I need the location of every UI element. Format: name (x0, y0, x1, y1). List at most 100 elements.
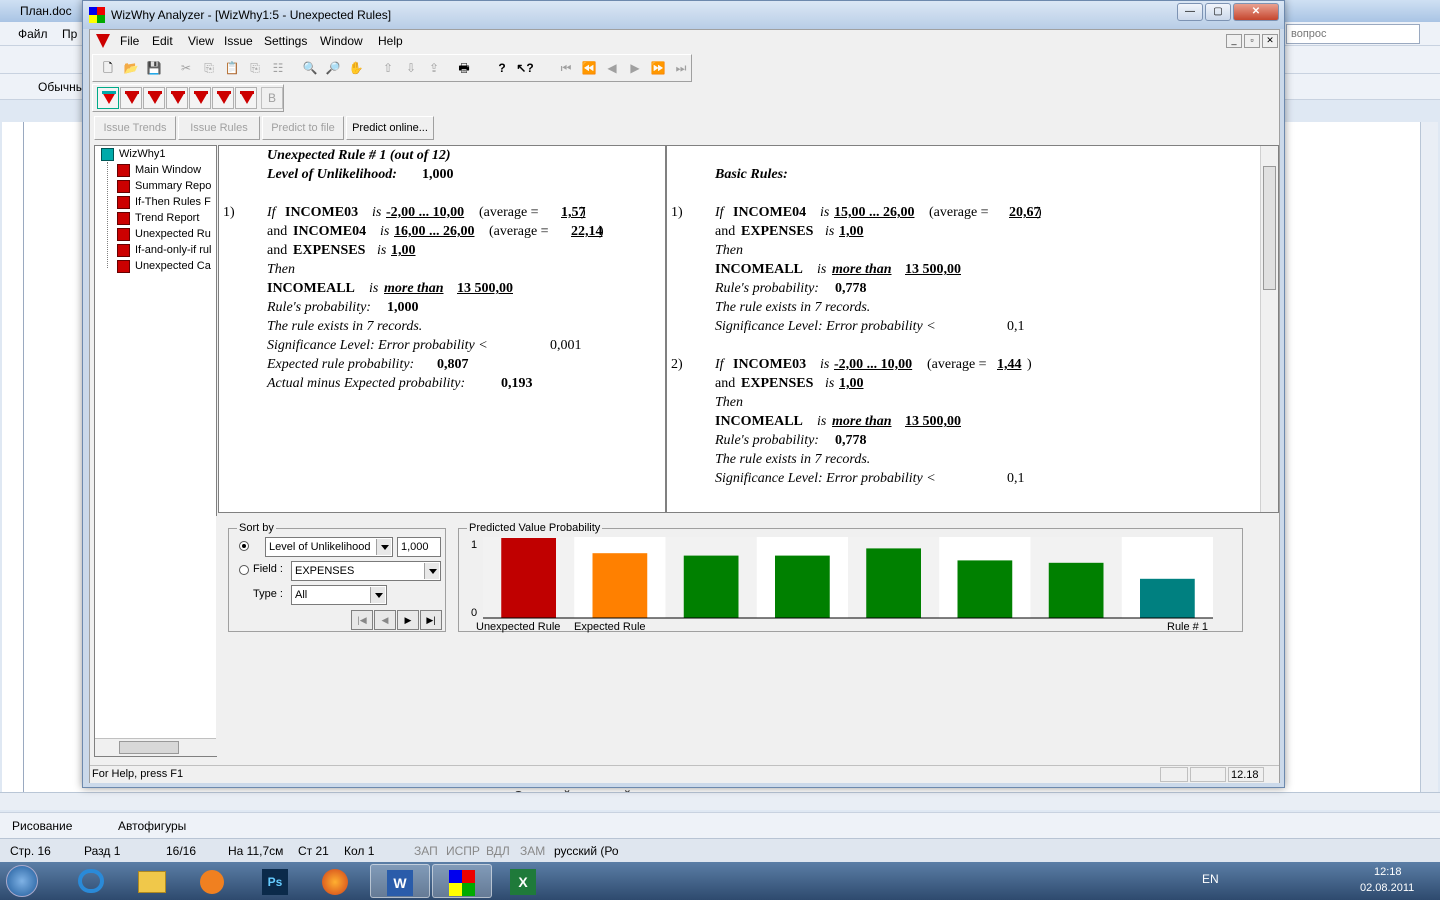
tree-scroll-thumb[interactable] (119, 741, 179, 754)
issue-rules-button[interactable]: Issue Rules (178, 116, 260, 140)
paste-special-icon[interactable]: ⎘ (244, 57, 266, 79)
word-vertical-scrollbar[interactable] (1420, 122, 1438, 792)
taskbar-excel-icon[interactable]: X (494, 864, 554, 898)
open-icon[interactable]: 📂 (120, 57, 142, 79)
cut-icon[interactable]: ✂ (175, 57, 197, 79)
paste-icon[interactable]: 📋 (221, 57, 243, 79)
tree-item-iff[interactable]: If-and-only-if rul (135, 244, 213, 260)
summary-report-icon[interactable] (120, 87, 142, 109)
tree-item-summary[interactable]: Summary Repo (135, 180, 213, 196)
taskbar-lang[interactable]: EN (1202, 872, 1219, 886)
taskbar-time[interactable]: 12:18 (1374, 866, 1402, 878)
menu-window[interactable]: Window (320, 34, 363, 48)
menu-settings[interactable]: Settings (264, 34, 307, 48)
field-combo[interactable]: EXPENSES (291, 561, 441, 581)
predict-online-button[interactable]: Predict online... (346, 116, 434, 140)
tree-item-if-then[interactable]: If-Then Rules F (135, 196, 213, 212)
child-restore-button[interactable]: ▫ (1244, 34, 1260, 48)
word-draw-menu[interactable]: Рисование (12, 819, 72, 833)
conclusion-number: 13 500,00 (457, 281, 513, 296)
find-next-icon[interactable]: 🔎 (322, 57, 344, 79)
taskbar-word-icon[interactable]: W (370, 864, 430, 898)
tree-hscrollbar[interactable] (95, 738, 216, 756)
prev-page-icon[interactable]: ⏪ (578, 57, 600, 79)
menu-issue[interactable]: Issue (224, 34, 253, 48)
taskbar-firefox-icon[interactable] (306, 864, 366, 898)
taskbar-ie-icon[interactable] (62, 864, 122, 898)
sort-radio-level[interactable] (239, 541, 249, 551)
issue-trends-button[interactable]: Issue Trends (94, 116, 176, 140)
rule-heading: Unexpected Rule # 1 (out of 12) (267, 148, 451, 163)
rules-vscrollbar[interactable] (1260, 146, 1278, 512)
find-icon[interactable]: 🔍 (299, 57, 321, 79)
tree-item-unexpected-rules[interactable]: Unexpected Ru (135, 228, 213, 244)
trend-report-icon[interactable] (166, 87, 188, 109)
prev-icon[interactable]: ◀ (601, 57, 623, 79)
if-and-only-if-icon[interactable] (212, 87, 234, 109)
minimize-button[interactable]: — (1177, 3, 1203, 21)
copy-icon[interactable]: ⎘ (198, 57, 220, 79)
last-rule-button[interactable]: ▶| (420, 610, 442, 630)
type-label: Type : (253, 588, 283, 600)
word-menu-edit[interactable]: Пр (62, 27, 77, 41)
context-help-icon[interactable]: ↖? (514, 57, 536, 79)
taskbar-photoshop-icon[interactable]: Ps (246, 864, 306, 898)
maximize-button[interactable]: ▢ (1205, 3, 1231, 21)
main-window-icon[interactable] (97, 87, 119, 109)
level-value: 1,000 (422, 167, 454, 182)
first-rule-button[interactable]: |◀ (351, 610, 373, 630)
start-button[interactable] (6, 865, 38, 897)
unexpected-cases-icon[interactable] (235, 87, 257, 109)
word-horizontal-scrollbar[interactable] (0, 792, 1440, 810)
menu-view[interactable]: View (188, 34, 214, 48)
new-icon[interactable]: 🗋 (97, 57, 119, 79)
hand-icon[interactable]: ✋ (345, 57, 367, 79)
child-close-button[interactable]: ✕ (1262, 34, 1278, 48)
tree-item-unexpected-cases[interactable]: Unexpected Ca (135, 260, 213, 276)
taskbar-wizwhy-icon[interactable] (432, 864, 492, 898)
taskbar-media-icon[interactable] (182, 864, 242, 898)
if-then-tree-icon (117, 196, 130, 209)
word-status-ext: ВДЛ (486, 844, 510, 858)
next-page-icon[interactable]: ⏩ (647, 57, 669, 79)
taskbar-date[interactable]: 02.08.2011 (1360, 882, 1414, 894)
b-icon[interactable]: B (261, 87, 283, 109)
trend-tree-icon (117, 212, 130, 225)
sort-level-value[interactable]: 1,000 (397, 537, 441, 557)
export-icon[interactable]: ⇪ (423, 57, 445, 79)
close-button[interactable]: ✕ (1233, 3, 1279, 21)
report-tree[interactable]: WizWhy1 Main Window Summary Repo If-Then… (94, 145, 217, 757)
list-icon[interactable]: ☷ (267, 57, 289, 79)
tree-root[interactable]: WizWhy1 (119, 148, 165, 160)
basic-rule-2-is: is (820, 357, 830, 372)
next-rule-button[interactable]: ▶ (397, 610, 419, 630)
help-icon[interactable]: ? (491, 57, 513, 79)
sort-radio-field[interactable] (239, 565, 249, 575)
type-combo[interactable]: All (291, 585, 387, 605)
cond2-avg-label: (average = (489, 224, 549, 239)
word-autoshapes-menu[interactable]: Автофигуры (118, 819, 186, 833)
up-icon[interactable]: ⇧ (377, 57, 399, 79)
if-then-rules-icon[interactable] (143, 87, 165, 109)
predict-to-file-button[interactable]: Predict to file (262, 116, 344, 140)
cond1-field: INCOME03 (285, 205, 359, 220)
word-menu-file[interactable]: Файл (18, 27, 48, 41)
print-icon[interactable]: 🖶 (453, 57, 475, 79)
last-record-icon[interactable]: ⏭ (670, 57, 692, 79)
child-minimize-button[interactable]: _ (1226, 34, 1242, 48)
save-icon[interactable]: 💾 (143, 57, 165, 79)
menu-help[interactable]: Help (378, 34, 403, 48)
basic-rule-2-number: 2) (671, 357, 683, 372)
menu-file[interactable]: File (120, 34, 139, 48)
taskbar-explorer-icon[interactable] (122, 864, 182, 898)
sort-level-combo[interactable]: Level of Unlikelihood (265, 537, 393, 557)
rules-scroll-thumb[interactable] (1263, 166, 1276, 290)
menu-edit[interactable]: Edit (152, 34, 173, 48)
down-icon[interactable]: ⇩ (400, 57, 422, 79)
word-help-box[interactable]: вопрос (1286, 24, 1420, 44)
prev-rule-button[interactable]: ◀ (374, 610, 396, 630)
first-record-icon[interactable]: ⏮ (555, 57, 577, 79)
unexpected-rules-icon[interactable] (189, 87, 211, 109)
next-icon[interactable]: ▶ (624, 57, 646, 79)
tree-item-trend[interactable]: Trend Report (135, 212, 213, 228)
